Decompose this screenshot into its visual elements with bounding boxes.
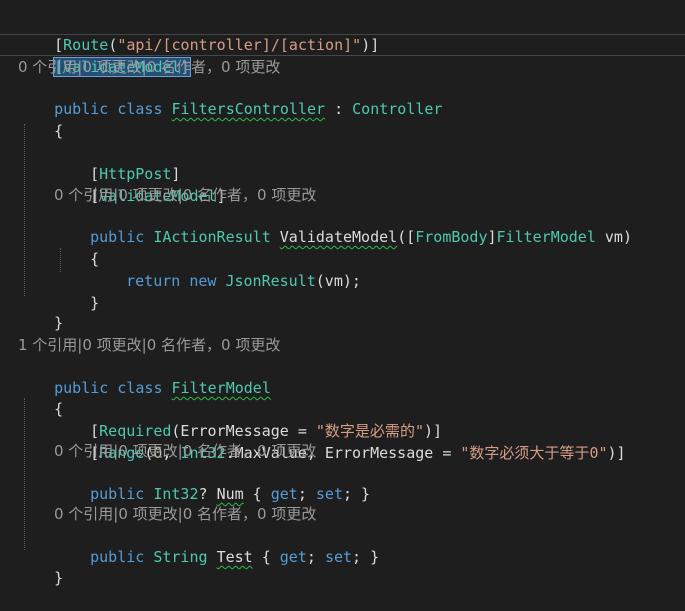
code-line-model-brace-close[interactable]: }: [18, 545, 63, 587]
method-name: ValidateModel: [279, 228, 398, 246]
keyword: return new: [126, 272, 226, 290]
code-line-brace-close[interactable]: }: [18, 290, 63, 332]
code-line-brace-open[interactable]: {: [18, 98, 63, 140]
keyword: public class: [54, 100, 172, 118]
code-line-method-signature[interactable]: public IActionResult ValidateModel([From…: [54, 204, 632, 246]
code-line-method-brace-open[interactable]: {: [54, 226, 99, 268]
accessor-brace: {: [252, 548, 280, 566]
param-type: FilterModel: [496, 228, 596, 246]
brace: }: [54, 569, 64, 587]
codelens-num-property[interactable]: 0 个引用|0 项更改|0 名作者，0 项更改: [54, 440, 316, 462]
keyword: public class: [54, 379, 172, 397]
code-line-method-brace-close[interactable]: }: [54, 270, 99, 312]
codelens-method[interactable]: 0 个引用|0 项更改|0 名作者，0 项更改: [54, 184, 316, 206]
keyword: get: [270, 485, 298, 503]
codelens-model[interactable]: 1 个引用|0 项更改|0 名作者，0 项更改: [18, 334, 280, 356]
property-name: Test: [216, 548, 253, 566]
keyword: set: [324, 548, 353, 566]
code-line-route-attribute[interactable]: [Route("api/[controller]/[action]")]: [18, 12, 379, 54]
return-type: IActionResult: [153, 228, 271, 246]
brace: }: [90, 294, 100, 312]
code-line-controller-declaration[interactable]: public class FiltersController : Control…: [18, 76, 442, 118]
type-name: Int32: [153, 485, 199, 503]
param-name: vm): [595, 228, 632, 246]
bracket: )]: [607, 444, 626, 462]
code-line-model-declaration[interactable]: public class FilterModel: [18, 355, 271, 397]
code-line-required[interactable]: [Required(ErrorMessage = "数字是必需的")]: [54, 398, 442, 440]
class-name: FiltersController: [171, 100, 326, 118]
bracket: ]: [487, 228, 497, 246]
accessor-brace: ; }: [343, 485, 371, 503]
code-line-test-property[interactable]: public String Test { get; set; }: [54, 524, 379, 566]
accessor-brace: ; }: [352, 548, 380, 566]
code-line-method-validate-attribute[interactable]: [ValidateModel]: [54, 163, 225, 205]
keyword: set: [315, 485, 343, 503]
semicolon: ;: [297, 485, 316, 503]
code-line-num-property[interactable]: public Int32? Num { get; set; }: [54, 461, 370, 503]
codelens-test-property[interactable]: 0 个引用|0 项更改|0 名作者，0 项更改: [54, 503, 316, 525]
codelens-controller[interactable]: 0 个引用|0 项更改|0 名作者，0 项更改: [18, 56, 280, 78]
colon: :: [325, 100, 353, 118]
code-line-model-brace-open[interactable]: {: [18, 376, 63, 418]
bracket: )]: [361, 36, 380, 54]
class-name: FilterModel: [171, 379, 271, 397]
keyword: public: [90, 548, 154, 566]
type-name: JsonResult: [225, 272, 316, 290]
property-name: Num: [216, 485, 244, 503]
keyword: get: [279, 548, 307, 566]
attribute-name: FromBody: [415, 228, 488, 246]
arguments: (vm);: [315, 272, 361, 290]
string-literal: "数字必须大于等于0": [460, 444, 608, 462]
type-name: String: [153, 548, 208, 566]
code-line-httppost[interactable]: [HttpPost]: [54, 141, 180, 183]
code-editor[interactable]: [Route("api/[controller]/[action]")] [Va…: [0, 0, 685, 587]
code-line-validate-attribute[interactable]: [ValidateModel]: [18, 34, 191, 77]
brace: {: [54, 122, 64, 140]
keyword: public: [90, 228, 154, 246]
semicolon: ;: [306, 548, 325, 566]
base-class-name: Controller: [352, 100, 443, 118]
nullable-mark: ?: [198, 485, 217, 503]
code-line-range[interactable]: [Range(0, Int32.MaxValue, ErrorMessage =…: [54, 420, 625, 462]
accessor-brace: {: [243, 485, 271, 503]
paren: ([: [397, 228, 416, 246]
code-line-return[interactable]: return new JsonResult(vm);: [90, 248, 361, 290]
keyword: public: [90, 485, 154, 503]
brace: }: [54, 314, 64, 332]
